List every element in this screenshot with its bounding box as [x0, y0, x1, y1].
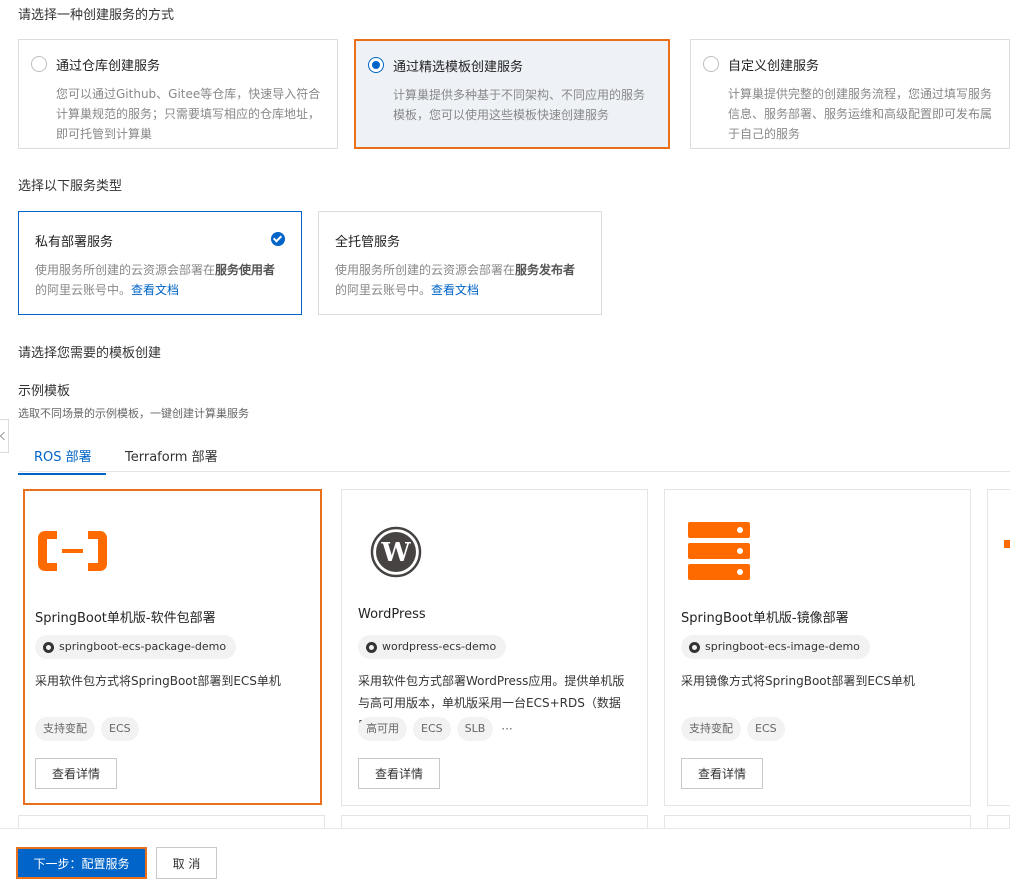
template-name: WordPress — [358, 607, 426, 622]
template-name: SpringBoot单机版-软件包部署 — [35, 611, 216, 626]
method-option-custom[interactable]: 自定义创建服务 计算巢提供完整的创建服务流程，您通过填写服务信息、服务部署、服务… — [690, 39, 1010, 149]
template-desc: 采用软件包方式将SpringBoot部署到ECS单机 — [35, 674, 281, 688]
type-option-private[interactable]: 私有部署服务 使用服务所创建的云资源会部署在服务使用者的阿里云账号中。查看文档 — [18, 211, 302, 315]
template-name: SpringBoot单机版-镜像部署 — [681, 611, 849, 626]
template-hint: 选取不同场景的示例模板，一键创建计算巢服务 — [18, 407, 249, 420]
tag: 支持变配 — [681, 717, 741, 741]
server-stack-icon — [688, 522, 750, 580]
tag-list: 支持变配 ECS — [35, 717, 139, 741]
tag-list: 支持变配 ECS — [681, 717, 785, 741]
view-details-button[interactable]: 查看详情 — [681, 758, 763, 789]
method-option-repo[interactable]: 通过仓库创建服务 您可以通过Github、Gitee等仓库，快速导入符合计算巢规… — [18, 39, 338, 149]
type-option-desc: 使用服务所创建的云资源会部署在服务发布者的阿里云账号中。查看文档 — [335, 263, 576, 297]
cancel-button[interactable]: 取 消 — [156, 847, 217, 879]
github-icon — [689, 641, 700, 653]
next-configure-button[interactable]: 下一步：配置服务 — [16, 847, 147, 879]
view-details-button[interactable]: 查看详情 — [35, 758, 117, 789]
repo-badge[interactable]: springboot-ecs-image-demo — [681, 635, 870, 659]
aliyun-logo-icon — [38, 531, 107, 571]
footer-bar: 下一步：配置服务 取 消 — [0, 828, 1010, 890]
view-docs-link[interactable]: 查看文档 — [431, 283, 479, 297]
check-circle-icon — [271, 232, 285, 246]
method-option-template[interactable]: 通过精选模板创建服务 计算巢提供多种基于不同架构、不同应用的服务模板，您可以使用… — [354, 39, 670, 149]
wordpress-logo-icon: W — [370, 526, 422, 578]
tag: ECS — [747, 717, 785, 741]
view-docs-link[interactable]: 查看文档 — [131, 283, 179, 297]
template-section-title: 请选择您需要的模板创建 — [18, 346, 162, 361]
tag: SLB — [456, 717, 494, 741]
tab-terraform[interactable]: Terraform 部署 — [125, 446, 218, 473]
method-option-desc: 计算巢提供完整的创建服务流程，您通过填写服务信息、服务部署、服务运维和高级配置即… — [728, 87, 993, 141]
method-option-desc: 计算巢提供多种基于不同架构、不同应用的服务模板，您可以使用这些模板快速创建服务 — [393, 88, 646, 122]
github-icon — [366, 641, 377, 653]
more-tags-ellipsis[interactable]: ··· — [499, 722, 512, 736]
repo-badge[interactable]: springboot-ecs-package-demo — [35, 635, 237, 659]
template-card-springboot-package[interactable]: SpringBoot单机版-软件包部署 springboot-ecs-packa… — [23, 489, 322, 805]
deploy-tabs: ROS 部署 Terraform 部署 — [18, 438, 1010, 475]
template-desc: 采用镜像方式将SpringBoot部署到ECS单机 — [681, 674, 915, 688]
radio-button[interactable] — [31, 56, 47, 72]
method-option-title: 自定义创建服务 — [728, 59, 820, 74]
view-details-button[interactable]: 查看详情 — [358, 758, 440, 789]
template-card-partial[interactable] — [987, 489, 1010, 806]
method-section-title: 请选择一种创建服务的方式 — [18, 8, 175, 23]
template-subtitle: 示例模板 — [18, 384, 71, 399]
tag-list: 高可用 ECS SLB ··· — [358, 717, 513, 741]
tag: 高可用 — [358, 717, 407, 741]
svg-text:W: W — [380, 538, 411, 568]
radio-button[interactable] — [703, 56, 719, 72]
tab-ros[interactable]: ROS 部署 — [18, 446, 106, 475]
template-card-springboot-image[interactable]: SpringBoot单机版-镜像部署 springboot-ecs-image-… — [664, 489, 971, 806]
template-card-wordpress[interactable]: W WordPress wordpress-ecs-demo 采用软件包方式部署… — [341, 489, 648, 806]
tag: ECS — [413, 717, 451, 741]
type-option-desc: 使用服务所创建的云资源会部署在服务使用者的阿里云账号中。查看文档 — [35, 263, 276, 297]
collapse-handle-chevron-left-icon[interactable] — [0, 419, 9, 453]
github-icon — [43, 641, 54, 653]
partial-logo-icon — [1004, 540, 1010, 548]
tag: 支持变配 — [35, 717, 95, 741]
method-option-title: 通过仓库创建服务 — [56, 59, 161, 74]
repo-badge[interactable]: wordpress-ecs-demo — [358, 635, 507, 659]
method-option-desc: 您可以通过Github、Gitee等仓库，快速导入符合计算巢规范的服务；只需要填… — [56, 87, 321, 141]
tag: ECS — [101, 717, 139, 741]
type-section-title: 选择以下服务类型 — [18, 179, 123, 194]
type-option-title: 全托管服务 — [335, 235, 401, 250]
type-option-managed[interactable]: 全托管服务 使用服务所创建的云资源会部署在服务发布者的阿里云账号中。查看文档 — [318, 211, 602, 315]
radio-button-selected[interactable] — [368, 57, 384, 73]
type-option-title: 私有部署服务 — [35, 235, 114, 250]
method-option-title: 通过精选模板创建服务 — [393, 60, 524, 75]
